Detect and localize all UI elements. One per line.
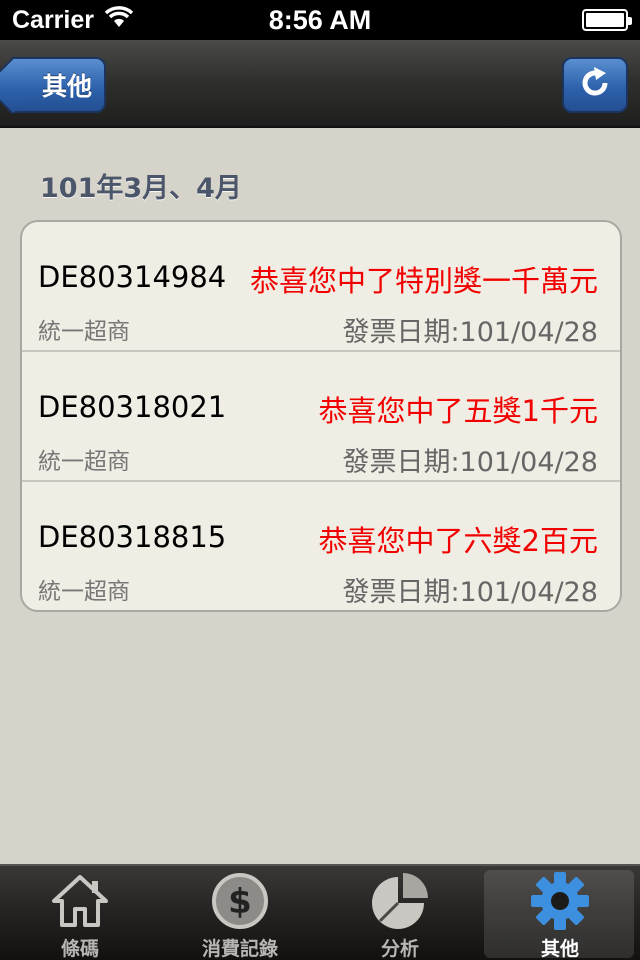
table-row[interactable]: DE80314984 恭喜您中了特別獎一千萬元 統一超商 發票日期:101/04… — [22, 222, 620, 352]
refresh-icon — [577, 65, 613, 105]
prize-text: 恭喜您中了特別獎一千萬元 — [249, 264, 598, 298]
status-bar: Carrier 8:56 AM — [0, 0, 640, 40]
dollar-icon: $ — [208, 870, 272, 932]
pie-chart-icon — [368, 870, 432, 932]
prize-text: 恭喜您中了五獎1千元 — [318, 394, 598, 428]
tab-records[interactable]: $ 消費記錄 — [160, 866, 320, 960]
tab-label: 消費記錄 — [201, 938, 278, 960]
wifi-icon — [104, 5, 134, 35]
svg-text:$: $ — [228, 882, 252, 922]
battery-icon — [582, 9, 632, 31]
navigation-bar: 其他 — [0, 40, 640, 128]
section-title: 101年3月、4月 — [40, 173, 242, 204]
home-icon — [48, 870, 112, 932]
store-name: 統一超商 — [38, 579, 130, 605]
back-button-label: 其他 — [41, 72, 92, 101]
store-name: 統一超商 — [38, 449, 130, 475]
table-row[interactable]: DE80318815 恭喜您中了六獎2百元 統一超商 發票日期:101/04/2… — [22, 482, 620, 610]
invoice-number: DE80318815 — [38, 520, 227, 554]
status-left: Carrier — [12, 6, 212, 35]
status-right — [428, 9, 632, 31]
tab-bar: 條碼 $ 消費記錄 分析 其他 — [0, 864, 640, 960]
tab-other[interactable]: 其他 — [480, 866, 640, 960]
tab-analysis[interactable]: 分析 — [320, 866, 480, 960]
invoice-number: DE80318021 — [38, 390, 227, 424]
tab-label: 條碼 — [60, 938, 99, 960]
table-row[interactable]: DE80318021 恭喜您中了五獎1千元 統一超商 發票日期:101/04/2… — [22, 352, 620, 482]
back-button[interactable]: 其他 — [12, 57, 106, 113]
store-name: 統一超商 — [38, 319, 130, 345]
gear-icon — [528, 870, 592, 932]
refresh-button[interactable] — [562, 57, 628, 113]
tab-label: 分析 — [380, 938, 419, 960]
tab-barcode[interactable]: 條碼 — [0, 866, 160, 960]
invoice-date: 發票日期:101/04/28 — [342, 577, 598, 608]
invoice-date: 發票日期:101/04/28 — [342, 447, 598, 478]
prize-table: DE80314984 恭喜您中了特別獎一千萬元 統一超商 發票日期:101/04… — [20, 220, 622, 612]
prize-text: 恭喜您中了六獎2百元 — [318, 524, 598, 558]
invoice-number: DE80314984 — [38, 260, 227, 294]
carrier-label: Carrier — [12, 5, 94, 34]
tab-label: 其他 — [540, 938, 579, 960]
invoice-date: 發票日期:101/04/28 — [342, 317, 598, 348]
